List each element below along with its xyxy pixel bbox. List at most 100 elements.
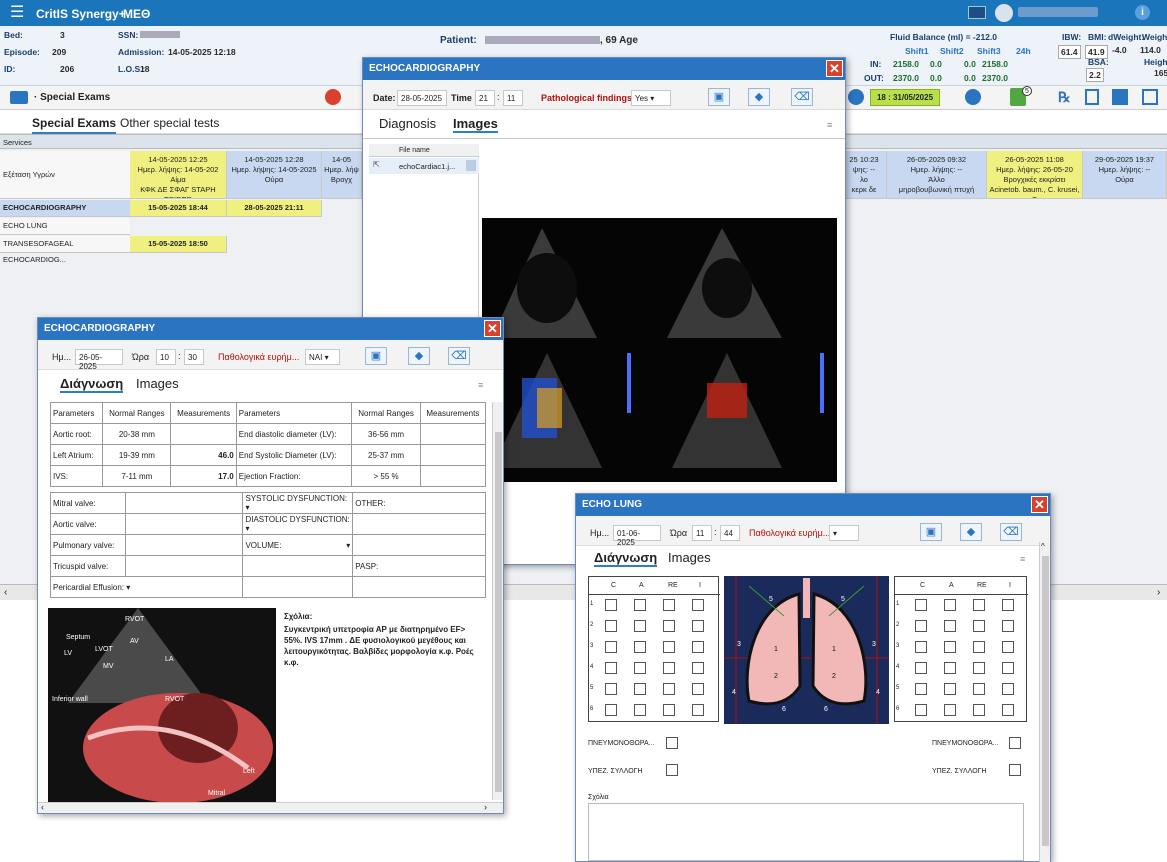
pasp-cell[interactable]: PASP: bbox=[352, 555, 486, 577]
pathological-select[interactable]: ▾ bbox=[829, 525, 859, 541]
row-label-echocardiography[interactable]: ECHOCARDIOGRAPHY bbox=[0, 200, 130, 217]
effusion-right-checkbox[interactable] bbox=[1009, 764, 1021, 776]
zone-checkbox[interactable] bbox=[1002, 641, 1014, 653]
close-icon[interactable]: ✕ bbox=[1031, 496, 1048, 513]
zone-checkbox[interactable] bbox=[1002, 683, 1014, 695]
scroll-left-icon[interactable]: ‹ bbox=[4, 587, 7, 598]
tee-cell[interactable]: 15-05-2025 18:50 bbox=[130, 236, 227, 253]
zone-checkbox[interactable] bbox=[634, 704, 646, 716]
alert-icon[interactable] bbox=[325, 89, 341, 105]
tab-special-exams[interactable]: Special Exams bbox=[32, 116, 117, 134]
horizontal-scrollbar[interactable]: ‹ › bbox=[38, 802, 503, 813]
zone-checkbox[interactable] bbox=[1002, 662, 1014, 674]
zone-checkbox[interactable] bbox=[663, 641, 675, 653]
zone-checkbox[interactable] bbox=[1002, 599, 1014, 611]
exam-cell[interactable]: 26-05-2025 11:08 Ημερ. λήψης: 26-05-20 Β… bbox=[987, 151, 1083, 199]
measurement-input[interactable] bbox=[419, 444, 487, 466]
zone-checkbox[interactable] bbox=[944, 599, 956, 611]
file-name[interactable]: echoCardiac1.j... bbox=[399, 162, 455, 171]
zone-checkbox[interactable] bbox=[915, 683, 927, 695]
save-icon[interactable]: ▣ bbox=[365, 347, 387, 365]
zone-checkbox[interactable] bbox=[663, 662, 675, 674]
zone-checkbox[interactable] bbox=[973, 704, 985, 716]
pathological-select[interactable]: ΝΑΙ ▾ bbox=[305, 349, 340, 365]
menu-icon[interactable]: ≡ bbox=[827, 120, 832, 130]
pneumothorax-left-checkbox[interactable] bbox=[666, 737, 678, 749]
measurement-input[interactable]: 17.0 bbox=[170, 465, 237, 487]
zone-checkbox[interactable] bbox=[605, 662, 617, 674]
zone-checkbox[interactable] bbox=[605, 683, 617, 695]
trash-icon[interactable] bbox=[466, 160, 476, 171]
zone-checkbox[interactable] bbox=[944, 620, 956, 632]
delete-icon[interactable]: ⌫ bbox=[791, 88, 813, 106]
zone-checkbox[interactable] bbox=[944, 704, 956, 716]
zone-checkbox[interactable] bbox=[944, 683, 956, 695]
scroll-up-icon[interactable]: ^ bbox=[1041, 542, 1045, 551]
measurement-input[interactable]: 46.0 bbox=[170, 444, 237, 466]
menu-icon[interactable]: ≡ bbox=[478, 380, 483, 390]
hour-field[interactable]: 11 bbox=[692, 525, 712, 541]
avatar[interactable] bbox=[995, 4, 1013, 22]
pneumothorax-right-checkbox[interactable] bbox=[1009, 737, 1021, 749]
vertical-scrollbar[interactable]: ^ bbox=[1039, 542, 1050, 862]
window-icon[interactable] bbox=[1142, 89, 1158, 105]
zone-checkbox[interactable] bbox=[973, 599, 985, 611]
calculator-icon[interactable] bbox=[1085, 89, 1099, 105]
hour-field[interactable]: 21 bbox=[475, 90, 495, 106]
date-field[interactable]: 01-06-2025 bbox=[613, 525, 661, 547]
eraser-icon[interactable]: ◆ bbox=[748, 88, 770, 106]
other-input[interactable] bbox=[352, 534, 486, 556]
measurement-input[interactable] bbox=[170, 423, 237, 445]
tab-diagnosis[interactable]: Διάγνωση bbox=[594, 550, 658, 567]
tab-other-special-tests[interactable]: Other special tests bbox=[120, 116, 219, 130]
scroll-right-icon[interactable]: › bbox=[1157, 587, 1160, 598]
tab-images[interactable]: Images bbox=[453, 116, 498, 133]
valve-input[interactable] bbox=[124, 513, 244, 535]
zone-checkbox[interactable] bbox=[692, 704, 704, 716]
valve-input[interactable] bbox=[124, 555, 244, 577]
echo-cell[interactable]: 28-05-2025 21:11 bbox=[227, 200, 322, 217]
measurement-input[interactable] bbox=[419, 465, 487, 487]
zone-checkbox[interactable] bbox=[663, 683, 675, 695]
date-field[interactable]: 26-05-2025 bbox=[75, 349, 123, 371]
measurement-input[interactable] bbox=[419, 423, 487, 445]
zone-checkbox[interactable] bbox=[692, 683, 704, 695]
close-icon[interactable]: ✕ bbox=[484, 320, 501, 337]
eraser-icon[interactable]: ◆ bbox=[408, 347, 430, 365]
zone-checkbox[interactable] bbox=[915, 662, 927, 674]
exam-cell[interactable]: 26-05-2025 09:32 Ημερ. λήψης: -- Άλλο μη… bbox=[887, 151, 987, 199]
delete-icon[interactable]: ⌫ bbox=[448, 347, 470, 365]
comments-text[interactable]: Συγκεντρική υπετροφία ΑΡ με διατηρημένο … bbox=[284, 624, 484, 668]
vertical-scrollbar[interactable] bbox=[492, 402, 503, 800]
prev-arrow-icon[interactable] bbox=[848, 89, 864, 105]
systolic-cell[interactable]: SYSTOLIC DYSFUNCTION: ▾ bbox=[242, 492, 354, 514]
hour-field[interactable]: 10 bbox=[156, 349, 176, 365]
zone-checkbox[interactable] bbox=[663, 599, 675, 611]
exam-cell[interactable]: 25 10:23 ψης: -- λο κερκ δε bbox=[842, 151, 887, 199]
other-input[interactable] bbox=[352, 513, 486, 535]
other-cell[interactable]: OTHER: bbox=[352, 492, 486, 514]
zone-checkbox[interactable] bbox=[1002, 704, 1014, 716]
zone-checkbox[interactable] bbox=[692, 641, 704, 653]
menu-icon[interactable]: ≡ bbox=[1020, 554, 1025, 564]
row-label-echo-lung[interactable]: ECHO LUNG bbox=[0, 218, 130, 235]
zone-checkbox[interactable] bbox=[634, 641, 646, 653]
save-icon[interactable]: ▣ bbox=[920, 523, 942, 541]
tab-diagnosis[interactable]: Diagnosis bbox=[379, 116, 436, 131]
zone-checkbox[interactable] bbox=[634, 620, 646, 632]
zone-checkbox[interactable] bbox=[605, 704, 617, 716]
volume-cell[interactable]: VOLUME: ▾ bbox=[242, 534, 354, 556]
zone-checkbox[interactable] bbox=[692, 599, 704, 611]
zone-checkbox[interactable] bbox=[915, 620, 927, 632]
valve-input[interactable] bbox=[124, 492, 244, 514]
exam-cell[interactable]: 14-05-2025 12:28 Ημερ. λήψης: 14-05-2025… bbox=[227, 151, 322, 199]
save-icon[interactable]: ▣ bbox=[708, 88, 730, 106]
keyboard-icon[interactable] bbox=[968, 6, 986, 19]
echo-cell[interactable]: 15-05-2025 18:44 bbox=[130, 200, 227, 217]
menu-icon[interactable]: ☰ bbox=[10, 5, 24, 21]
zone-checkbox[interactable] bbox=[915, 704, 927, 716]
comments-textarea[interactable] bbox=[588, 803, 1024, 861]
open-external-icon[interactable]: ⇱ bbox=[373, 160, 380, 169]
next-arrow-icon[interactable] bbox=[965, 89, 981, 105]
zone-checkbox[interactable] bbox=[1002, 620, 1014, 632]
